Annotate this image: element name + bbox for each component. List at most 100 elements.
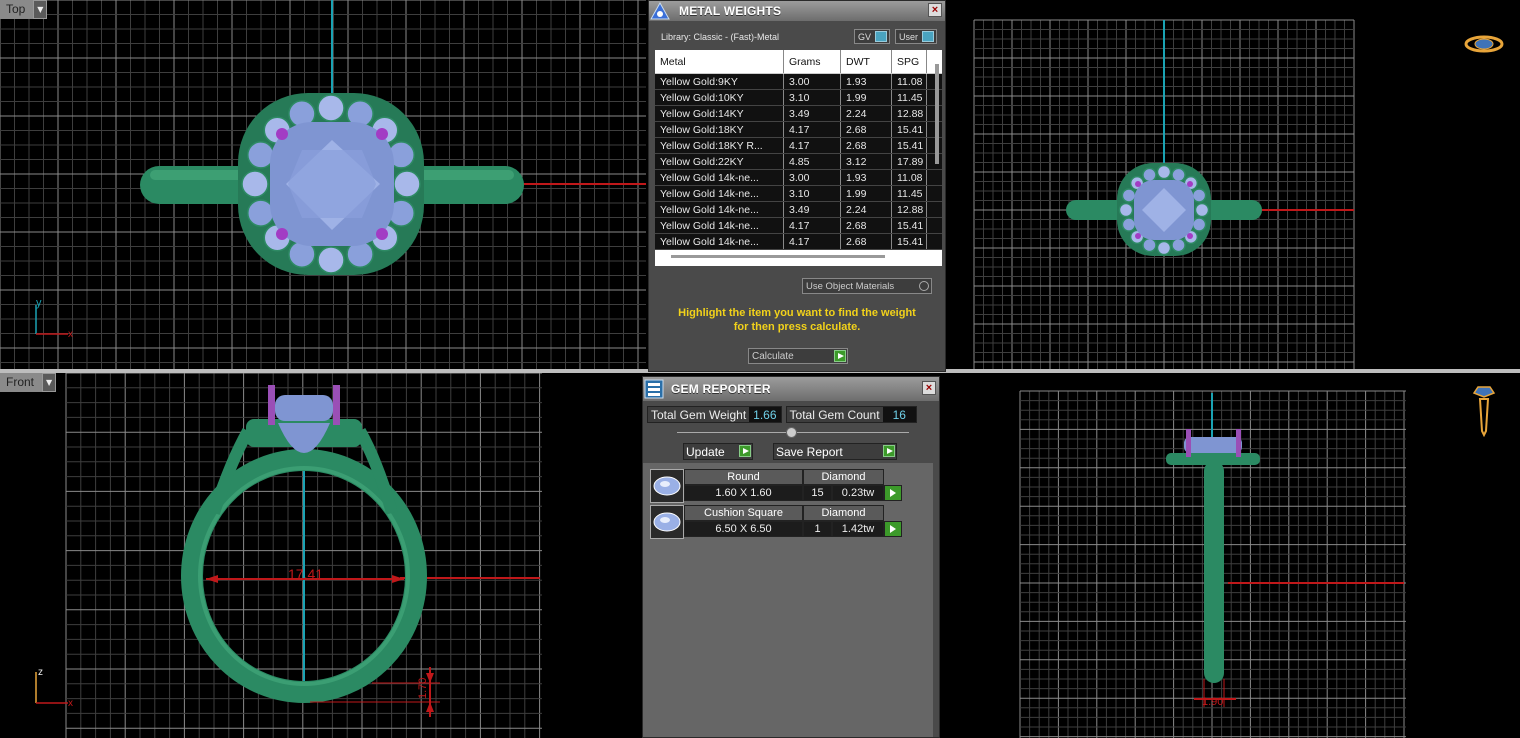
viewport-label-top[interactable]: Top ▼ [0,0,48,19]
side-band [1204,461,1224,683]
toggle-icon [922,31,934,42]
play-icon [739,445,751,457]
table-cell: 11.45 [892,90,927,105]
table-cell: 11.45 [892,186,927,201]
table-row[interactable]: Yellow Gold 14k-ne... 3.00 1.93 11.08 [655,170,942,186]
gem-count: 1 [803,521,832,537]
gem-shape: Round [684,469,803,485]
total-gem-count-value: 16 [882,407,916,422]
panel-splitter[interactable] [643,423,939,443]
viewport-perspective-top[interactable] [948,0,1520,369]
svg-text:z: z [38,667,43,678]
table-cell: Yellow Gold:18KY [655,122,784,137]
user-toggle[interactable]: User [894,29,937,44]
side-view-scene: 1.90 [1019,390,1406,738]
table-cell: Yellow Gold:9KY [655,74,784,89]
total-gem-weight-value: 1.66 [749,407,781,422]
table-row[interactable]: Yellow Gold:10KY 3.10 1.99 11.45 [655,90,942,106]
viewport-name: Top [0,0,34,19]
table-cell: 4.85 [784,154,841,169]
gem-entry[interactable]: Round Diamond 1.60 X 1.60 15 0.23tw [650,469,933,503]
table-row[interactable]: Yellow Gold 14k-ne... 4.17 2.68 15.41 [655,234,942,250]
table-row[interactable]: Yellow Gold 14k-ne... 3.49 2.24 12.88 [655,202,942,218]
table-cell: 17.89 [892,154,927,169]
ring-view-icon[interactable] [1464,32,1504,56]
table-cell: 2.68 [841,138,892,153]
table-row[interactable]: Yellow Gold:14KY 3.49 2.24 12.88 [655,106,942,122]
play-icon [834,350,846,362]
gem-type: Diamond [803,469,884,485]
top-right-scene [973,19,1355,369]
table-row[interactable]: Yellow Gold:22KY 4.85 3.12 17.89 [655,154,942,170]
use-object-materials-toggle[interactable]: Use Object Materials [802,278,932,294]
gem-reporter-logo-icon [643,379,665,399]
metal-table[interactable]: Metal Grams DWT SPG Yellow Gold:9KY 3.00 1… [655,50,942,266]
gem-thumbnail-icon [650,505,684,539]
table-cell: 15.41 [892,218,927,233]
center-stone [270,122,394,246]
column-header[interactable]: DWT [841,50,892,73]
table-cell: 3.00 [784,74,841,89]
table-cell: 2.68 [841,122,892,137]
thickness-dimension: 1.70 [417,678,429,699]
update-button[interactable]: Update [683,443,753,460]
gem-entry[interactable]: Cushion Square Diamond 6.50 X 6.50 1 1.42tw [650,505,933,539]
table-cell: 12.88 [892,106,927,121]
gem-thumbnail-icon [650,469,684,503]
metal-weights-titlebar[interactable]: METAL WEIGHTS × [649,1,945,21]
svg-text:x: x [68,329,73,340]
play-icon[interactable] [884,485,902,501]
total-gem-weight: Total Gem Weight 1.66 [647,406,782,423]
gv-toggle[interactable]: GV [853,29,890,44]
side-width-dimension: 1.90 [1202,696,1223,708]
gem-size: 6.50 X 6.50 [684,521,803,537]
gem-reporter-titlebar[interactable]: GEM REPORTER × [643,377,939,401]
viewport-label-front[interactable]: Front ▼ [0,373,57,392]
column-header[interactable]: Metal [655,50,784,73]
table-cell: 11.08 [892,170,927,185]
table-row[interactable]: Yellow Gold 14k-ne... 3.10 1.99 11.45 [655,186,942,202]
table-cell: 2.24 [841,106,892,121]
svg-text:x: x [68,698,73,709]
viewport-front[interactable]: 17.41 1.70 z x Front ▼ [0,373,646,738]
table-cell: 3.12 [841,154,892,169]
play-icon[interactable] [884,521,902,537]
table-cell: Yellow Gold:18KY R... [655,138,784,153]
close-icon[interactable]: × [928,3,942,17]
chevron-down-icon[interactable]: ▼ [33,0,48,19]
gem-carat-weight: 1.42tw [832,521,884,537]
table-row[interactable]: Yellow Gold:9KY 3.00 1.93 11.08 [655,74,942,90]
svg-text:y: y [36,297,42,309]
panel-title: METAL WEIGHTS [679,4,782,18]
table-row[interactable]: Yellow Gold 14k-ne... 4.17 2.68 15.41 [655,218,942,234]
gem-type: Diamond [803,505,884,521]
gem-count: 15 [803,485,832,501]
horizontal-scrollbar[interactable] [671,255,885,258]
library-label: Library: Classic - (Fast)-Metal [661,31,780,42]
table-cell: 15.41 [892,234,927,249]
table-cell: 11.08 [892,74,927,89]
table-cell: 2.68 [841,218,892,233]
save-report-button[interactable]: Save Report [773,443,897,460]
table-cell: 15.41 [892,138,927,153]
table-row[interactable]: Yellow Gold:18KY R... 4.17 2.68 15.41 [655,138,942,154]
viewport-side[interactable]: 1.90 [948,373,1520,738]
metal-weights-logo-icon [649,1,671,21]
table-cell: 3.10 [784,186,841,201]
splitter-handle[interactable] [786,427,797,438]
play-icon [883,445,895,457]
table-cell: Yellow Gold:22KY [655,154,784,169]
table-cell: 4.17 [784,138,841,153]
table-cell: Yellow Gold:10KY [655,90,784,105]
close-icon[interactable]: × [922,381,936,395]
viewport-top[interactable]: y x Top ▼ [0,0,646,369]
vertical-scrollbar[interactable] [935,64,939,164]
column-header[interactable]: SPG [892,50,927,73]
chevron-down-icon[interactable]: ▼ [42,373,57,392]
table-row[interactable]: Yellow Gold:18KY 4.17 2.68 15.41 [655,122,942,138]
table-cell: 1.93 [841,74,892,89]
calculate-button[interactable]: Calculate [748,348,848,364]
ring-side-view-icon[interactable] [1472,383,1496,437]
column-header[interactable]: Grams [784,50,841,73]
table-cell: Yellow Gold 14k-ne... [655,234,784,249]
